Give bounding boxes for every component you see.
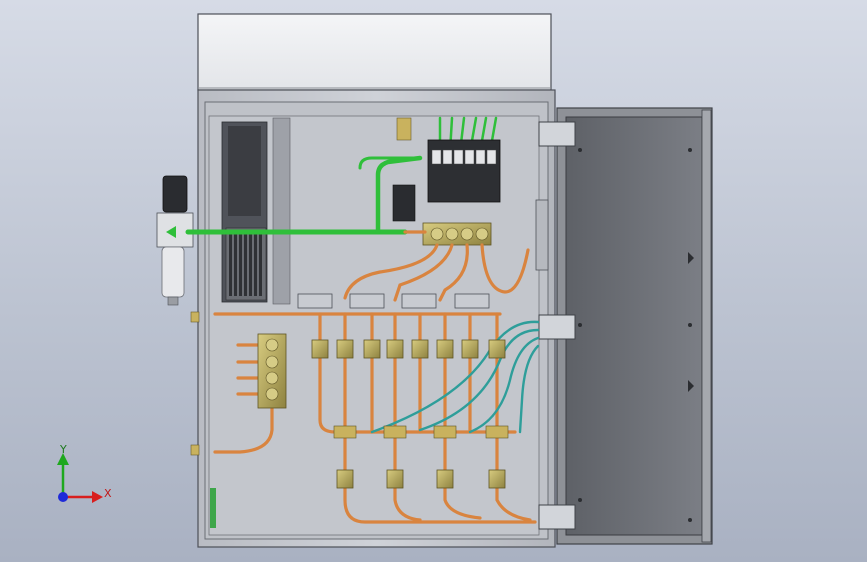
left-solenoid-manifold[interactable] (257, 333, 287, 409)
cad-viewport[interactable] (0, 0, 867, 562)
terminal-block-bank (221, 117, 291, 305)
brass-distribution-manifold[interactable] (422, 222, 492, 246)
filter-regulator[interactable] (156, 175, 194, 306)
enclosure-top-cap (197, 13, 552, 91)
enclosure-door[interactable] (556, 107, 713, 545)
